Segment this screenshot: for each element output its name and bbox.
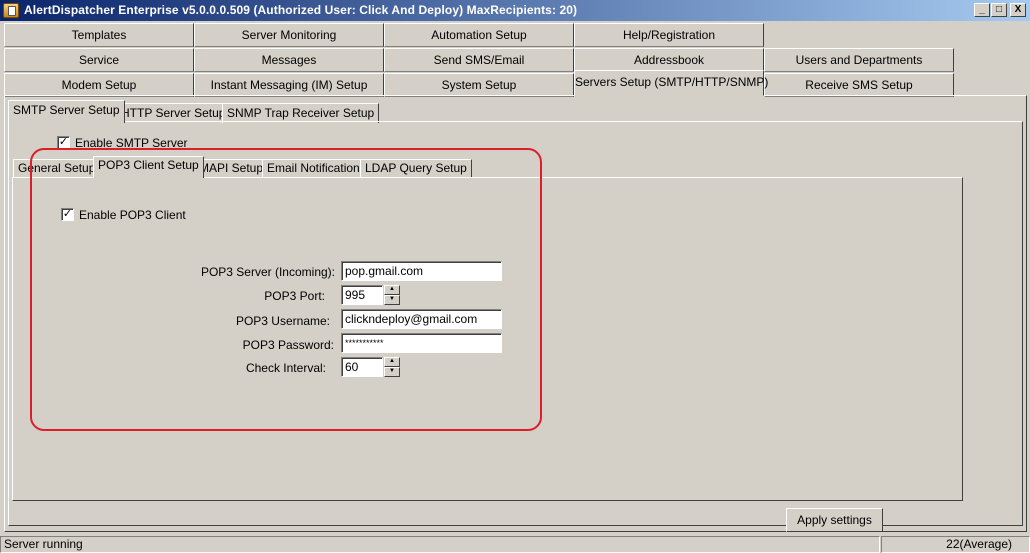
check-interval-label: Check Interval: — [245, 361, 326, 375]
tab-snmp-trap-receiver-setup[interactable]: SNMP Trap Receiver Setup — [222, 103, 380, 123]
pop3-server-input[interactable]: pop.gmail.com — [341, 261, 502, 281]
enable-smtp-checkbox[interactable]: ✓ — [57, 136, 70, 149]
interval-spin-down-button[interactable]: ▼ — [384, 367, 400, 377]
tab-pop3-client-setup[interactable]: POP3 Client Setup — [93, 156, 204, 178]
tab-ldap-query-setup[interactable]: LDAP Query Setup — [360, 159, 472, 178]
tab-smtp-server-setup[interactable]: SMTP Server Setup — [8, 100, 125, 123]
pop3-port-input[interactable]: 995 — [341, 285, 383, 305]
tab-receive-sms-setup[interactable]: Receive SMS Setup — [764, 73, 954, 97]
tab-templates[interactable]: Templates — [4, 23, 194, 47]
tab-mapi-setup[interactable]: MAPI Setup — [194, 159, 269, 178]
tab-addressbook[interactable]: Addressbook — [574, 48, 764, 72]
enable-smtp-label: Enable SMTP Server — [75, 136, 188, 150]
status-text: Server running — [0, 536, 880, 553]
tab-service[interactable]: Service — [4, 48, 194, 72]
port-spin-down-button[interactable]: ▼ — [384, 295, 400, 305]
status-metric: 22(Average) — [881, 536, 1030, 553]
minimize-button[interactable]: _ — [974, 3, 990, 17]
tab-im-setup[interactable]: Instant Messaging (IM) Setup — [194, 73, 384, 97]
tab-general-setup[interactable]: General Setup — [13, 159, 101, 178]
tab-system-setup[interactable]: System Setup — [384, 73, 574, 97]
pop3-password-label: POP3 Password: — [242, 338, 334, 352]
check-interval-input[interactable]: 60 — [341, 357, 383, 377]
pop3-username-input[interactable]: clickndeploy@gmail.com — [341, 309, 502, 329]
pop3-server-label: POP3 Server (Incoming): — [200, 265, 335, 279]
maximize-button[interactable]: □ — [991, 3, 1007, 17]
title-bar: AlertDispatcher Enterprise v5.0.0.0.509 … — [0, 0, 1030, 21]
pop3-port-label: POP3 Port: — [264, 289, 325, 303]
tab-http-server-setup[interactable]: HTTP Server Setup — [116, 103, 231, 123]
tab-server-monitoring[interactable]: Server Monitoring — [194, 23, 384, 47]
tab-help-registration[interactable]: Help/Registration — [574, 23, 764, 47]
tab-send-sms-email[interactable]: Send SMS/Email — [384, 48, 574, 72]
enable-pop3-label: Enable POP3 Client — [79, 208, 186, 222]
tab-automation-setup[interactable]: Automation Setup — [384, 23, 574, 47]
interval-spin-up-button[interactable]: ▲ — [384, 357, 400, 367]
tab-users-departments[interactable]: Users and Departments — [764, 48, 954, 72]
close-button[interactable]: X — [1010, 3, 1026, 17]
tab-messages[interactable]: Messages — [194, 48, 384, 72]
port-spin-up-button[interactable]: ▲ — [384, 285, 400, 295]
app-icon — [3, 3, 19, 18]
tab-email-notifications[interactable]: Email Notifications — [262, 159, 371, 178]
pop3-username-label: POP3 Username: — [235, 314, 330, 328]
apply-settings-button[interactable]: Apply settings — [786, 508, 883, 532]
status-bar: Server running 22(Average) — [0, 536, 1030, 553]
tab-modem-setup[interactable]: Modem Setup — [4, 73, 194, 97]
pop3-password-input[interactable]: *********** — [341, 333, 502, 353]
enable-pop3-checkbox[interactable]: ✓ — [61, 208, 74, 221]
tab-servers-setup[interactable]: Servers Setup (SMTP/HTTP/SNMP) — [574, 70, 768, 96]
window-title: AlertDispatcher Enterprise v5.0.0.0.509 … — [24, 3, 578, 17]
